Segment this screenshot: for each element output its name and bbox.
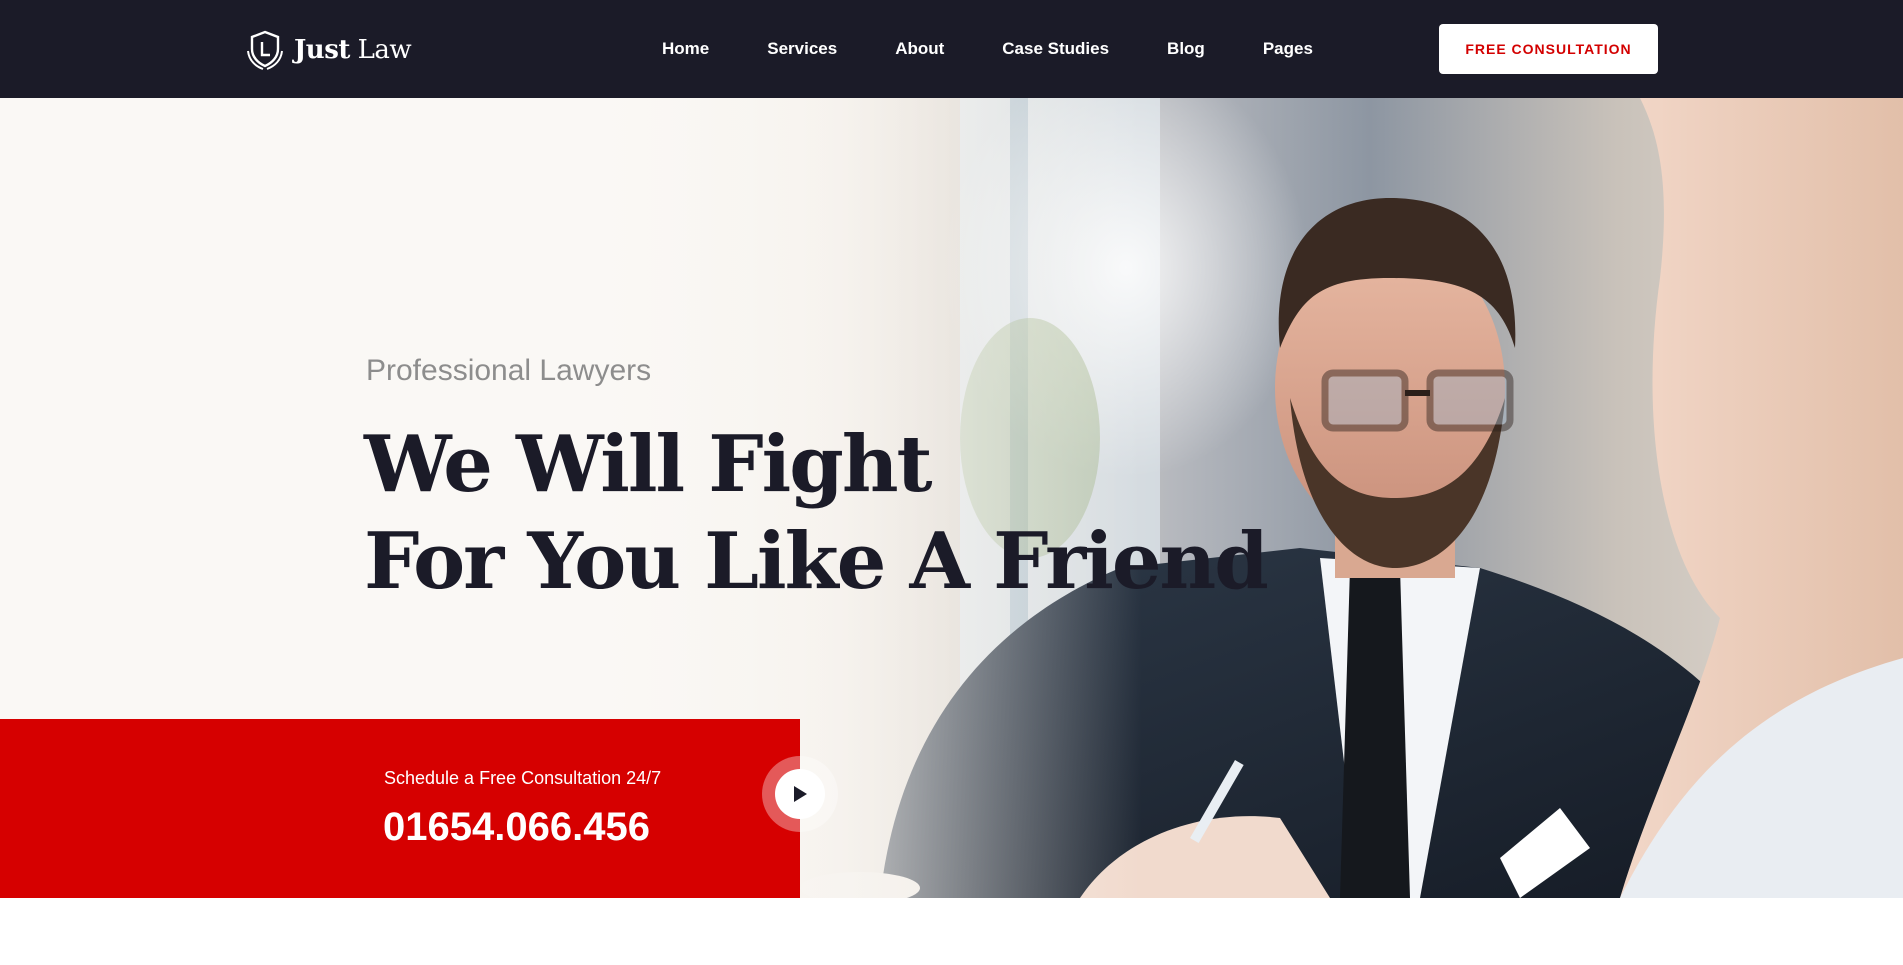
hero-headline-line1: We Will Fight <box>364 419 933 510</box>
consultation-label: Schedule a Free Consultation 24/7 <box>384 768 662 788</box>
shield-l-icon <box>247 30 283 70</box>
brand-name-light: Law <box>357 35 412 65</box>
consultation-phone[interactable]: 01654.066.456 <box>383 805 650 850</box>
free-consultation-button[interactable]: FREE CONSULTATION <box>1439 24 1658 74</box>
nav-case-studies[interactable]: Case Studies <box>1002 38 1109 60</box>
hero-section: Professional Lawyers We Will Fight For Y… <box>0 98 1903 898</box>
hero-headline-line2: For You Like A Friend <box>364 516 1269 607</box>
play-button-inner <box>775 769 825 819</box>
hero-subtitle: Professional Lawyers <box>366 354 652 387</box>
brand-name: Just Law <box>294 35 412 65</box>
consultation-banner: Schedule a Free Consultation 24/7 01654.… <box>0 719 800 898</box>
main-nav: Home Services About Case Studies Blog Pa… <box>662 38 1313 60</box>
hero-headline: We Will Fight For You Like A Friend <box>364 416 1269 610</box>
play-icon <box>794 786 807 802</box>
nav-services[interactable]: Services <box>767 38 837 60</box>
nav-pages[interactable]: Pages <box>1263 38 1313 60</box>
site-header: Just Law Home Services About Case Studie… <box>0 0 1903 98</box>
brand-logo[interactable]: Just Law <box>244 29 412 71</box>
nav-blog[interactable]: Blog <box>1167 38 1205 60</box>
nav-home[interactable]: Home <box>662 38 709 60</box>
brand-name-bold: Just <box>294 35 350 65</box>
video-play-button[interactable] <box>762 756 838 832</box>
nav-about[interactable]: About <box>895 38 944 60</box>
